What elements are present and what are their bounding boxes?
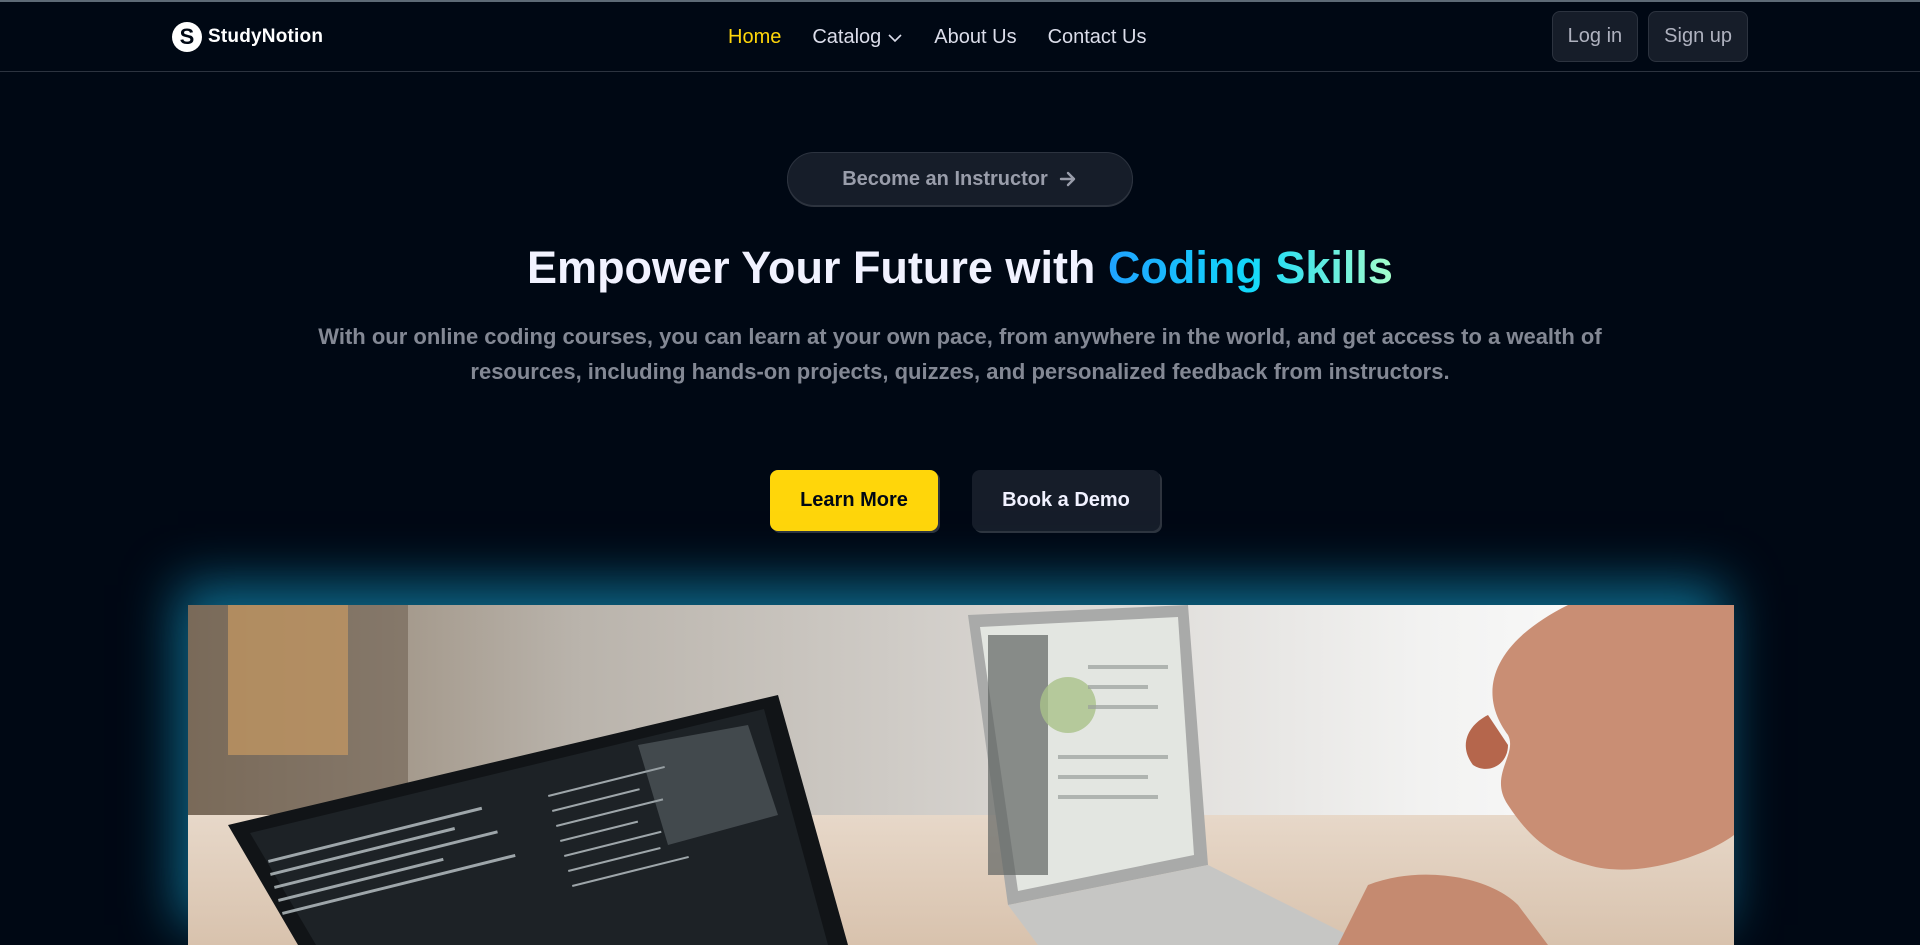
book-demo-button[interactable]: Book a Demo [972, 470, 1160, 531]
brand-logo[interactable]: S StudyNotion [172, 22, 323, 52]
logo-icon: S [172, 22, 202, 52]
hero-title: Empower Your Future with Coding Skills [0, 242, 1920, 294]
nav-item-contact-us[interactable]: Contact Us [1048, 26, 1147, 49]
nav-item-catalog[interactable]: Catalog [812, 26, 903, 49]
cta-row: Learn More Book a Demo [0, 470, 1920, 531]
login-button[interactable]: Log in [1551, 11, 1639, 62]
hero-photo-laptops [188, 605, 1734, 945]
hero-title-plain: Empower Your Future with [527, 242, 1108, 293]
become-instructor-button[interactable]: Become an Instructor [787, 152, 1133, 206]
auth-buttons: Log in Sign up [1551, 11, 1748, 62]
signup-button[interactable]: Sign up [1648, 11, 1748, 62]
chevron-down-icon [888, 33, 902, 42]
hero-media [188, 605, 1734, 945]
learn-more-button[interactable]: Learn More [770, 470, 938, 531]
brand-name: StudyNotion [208, 26, 324, 47]
nav-item-about-us[interactable]: About Us [934, 26, 1016, 49]
arrow-right-icon [1059, 171, 1075, 187]
hero-title-highlight: Coding Skills [1107, 242, 1393, 293]
nav-links: Home Catalog About Us Contact Us [728, 26, 1147, 49]
navbar: S StudyNotion Home Catalog About Us Cont… [0, 2, 1920, 72]
nav-item-home[interactable]: Home [728, 26, 781, 49]
hero-subtitle: With our online coding courses, you can … [318, 324, 1602, 384]
become-instructor-label: Become an Instructor [842, 167, 1048, 190]
